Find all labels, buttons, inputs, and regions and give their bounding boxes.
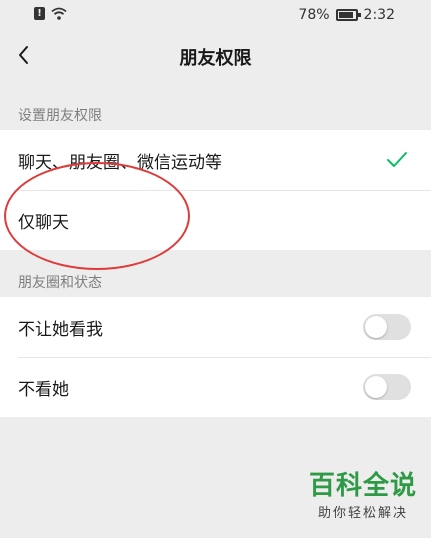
moments-group: 不让她看我 不看她: [0, 297, 431, 417]
battery-icon: [335, 9, 361, 21]
watermark-logo: 百科全说 助你轻松解决: [307, 470, 419, 528]
red-circle-annotation: [4, 162, 190, 270]
battery-percent: 78%: [298, 7, 330, 23]
wifi-icon: [51, 7, 67, 20]
section-label-friend-permission: 设置朋友权限: [18, 108, 102, 124]
nav-bar: 朋友权限: [0, 30, 431, 82]
status-time: 2:32: [363, 7, 395, 23]
status-left: !: [34, 7, 67, 20]
toggle-knob: [365, 316, 387, 338]
row-label: 不看她: [18, 379, 69, 400]
check-icon: [387, 152, 407, 167]
section-label-moments-status: 朋友圈和状态: [18, 275, 102, 291]
watermark-title: 百科全说: [308, 471, 417, 501]
toggle-knob: [365, 376, 387, 398]
page-title: 朋友权限: [179, 48, 252, 69]
toggle-hide-her-moments[interactable]: [363, 374, 411, 400]
alert-icon: !: [34, 7, 45, 20]
row-hide-my-moments: 不让她看我: [0, 297, 431, 357]
row-label: 不让她看我: [18, 319, 103, 340]
toggle-hide-my-moments[interactable]: [363, 314, 411, 340]
watermark-subtitle: 助你轻松解决: [317, 506, 408, 521]
status-bar: ! 78% 2:32: [0, 0, 431, 30]
row-hide-her-moments: 不看她: [0, 357, 431, 417]
status-right: 78% 2:32: [298, 7, 395, 23]
